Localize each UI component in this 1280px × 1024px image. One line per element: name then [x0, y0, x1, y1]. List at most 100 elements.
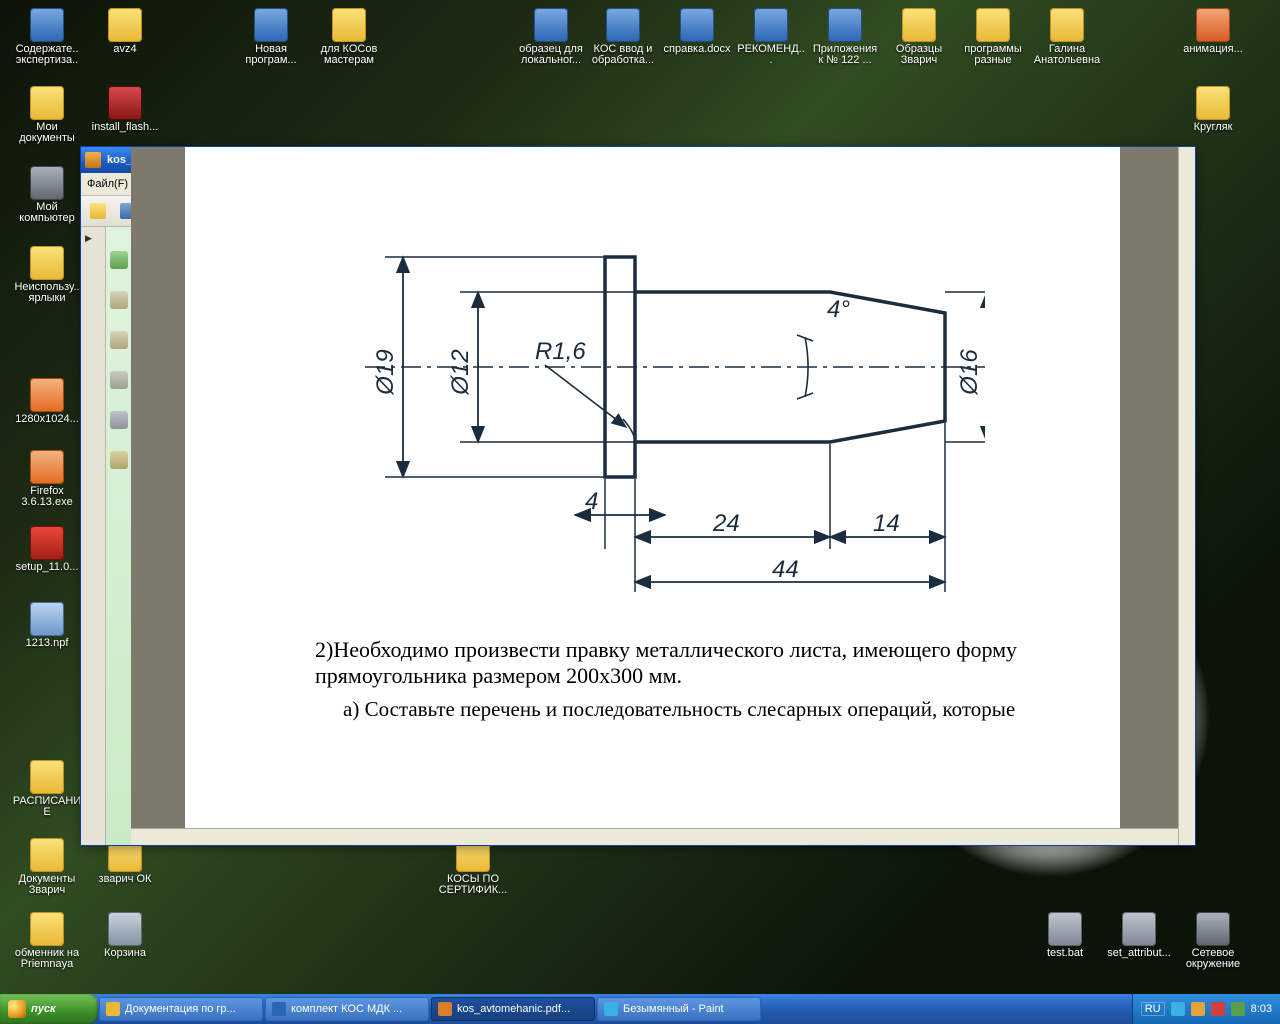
language-indicator[interactable]: RU	[1141, 1002, 1165, 1016]
desktop-icon-bin[interactable]: Корзина	[90, 912, 160, 959]
desktop-icon-npf[interactable]: 1213.npf	[12, 602, 82, 649]
task-label: Документация по гр...	[125, 1003, 236, 1015]
desktop-icon-doczvar[interactable]: Документы Зварич	[12, 838, 82, 896]
dim-w4: 4	[585, 488, 598, 515]
icon-label: Новая програм...	[236, 44, 306, 66]
tray-icon[interactable]	[1231, 1002, 1245, 1016]
desktop-icon-flashinst[interactable]: install_flash...	[90, 86, 160, 133]
start-button[interactable]: пуск	[0, 994, 98, 1024]
folder-icon	[1050, 8, 1084, 42]
word-icon	[30, 8, 64, 42]
desktop-icon-word1[interactable]: Содержате.. экспертиза..	[12, 8, 82, 66]
desktop-icon-word-prilozh[interactable]: Приложения к № 122 ...	[810, 8, 880, 66]
desktop-icon-mycomp[interactable]: Мой компьютер	[12, 166, 82, 224]
icon-label: Неиспользу.. ярлыки	[12, 282, 82, 304]
folder-icon	[30, 86, 64, 120]
folder-icon	[30, 760, 64, 794]
clock[interactable]: 8:03	[1251, 1003, 1272, 1015]
icon-label: КОСЫ ПО СЕРТИФИК...	[438, 874, 508, 896]
word-icon	[254, 8, 288, 42]
icon-label: Мои документы	[12, 122, 82, 144]
tray-kaspersky-icon[interactable]	[1211, 1002, 1225, 1016]
taskbar-task3[interactable]: kos_avtomehanic.pdf...	[431, 997, 595, 1021]
kav-icon	[30, 526, 64, 560]
tray-icon[interactable]	[1171, 1002, 1185, 1016]
desktop-icon-ppt-anim[interactable]: анимация...	[1178, 8, 1248, 55]
icon-label: set_attribut...	[1104, 948, 1174, 959]
bin-icon	[108, 912, 142, 946]
system-tray[interactable]: RU 8:03	[1132, 994, 1280, 1024]
desktop-icon-testbat[interactable]: test.bat	[1030, 912, 1100, 959]
icon-label: Приложения к № 122 ...	[810, 44, 880, 66]
gear-icon	[1122, 912, 1156, 946]
start-orb-icon	[8, 1000, 26, 1018]
taskbar: пуск Документация по гр... комплект КОС М…	[0, 994, 1280, 1024]
doc-line-1: 2)Необходимо произвести правку металличе…	[315, 637, 1165, 663]
desktop-icon-folder-galina[interactable]: Галина Анатольевна	[1032, 8, 1102, 66]
desktop-icon-word-kos-vvod[interactable]: КОС ввод и обработка...	[588, 8, 658, 66]
icon-label: Сетевое окружение	[1178, 948, 1248, 970]
desktop-icon-folder-prog[interactable]: программы разные	[958, 8, 1028, 66]
desktop-icon-obmen[interactable]: обменник на Priemnaya	[12, 912, 82, 970]
icon-label: справка.docx	[662, 44, 732, 55]
taskbar-task1[interactable]: Документация по гр...	[99, 997, 263, 1021]
ff-icon	[30, 378, 64, 412]
folder-icon	[976, 8, 1010, 42]
desktop-icon-ffexe[interactable]: Firefox 3.6.13.exe	[12, 450, 82, 508]
task-label: комплект КОС МДК ...	[291, 1003, 402, 1015]
folder-icon	[1196, 86, 1230, 120]
ppt-icon	[1196, 8, 1230, 42]
foxit-icon	[438, 1002, 452, 1016]
desktop-icon-kruglyak[interactable]: Кругляк	[1178, 86, 1248, 133]
desktop-icon-unused[interactable]: Неиспользу.. ярлыки	[12, 246, 82, 304]
desktop-icon-netenv[interactable]: Сетевое окружение	[1178, 912, 1248, 970]
icon-label: для КОСов мастерам	[314, 44, 384, 66]
desktop-icon-folder-avz4[interactable]: avz4	[90, 8, 160, 55]
desktop-icon-setup11[interactable]: setup_11.0...	[12, 526, 82, 573]
word-icon	[680, 8, 714, 42]
icon-label: Содержате.. экспертиза..	[12, 44, 82, 66]
word-icon	[754, 8, 788, 42]
icon-label: Мой компьютер	[12, 202, 82, 224]
desktop-icon-word-spravka[interactable]: справка.docx	[662, 8, 732, 55]
tray-icon[interactable]	[1191, 1002, 1205, 1016]
desktop-icon-setattr[interactable]: set_attribut...	[1104, 912, 1174, 959]
technical-drawing: Ø19 Ø12 Ø16 R1,6 4° 4 24 14 44	[245, 197, 985, 597]
folder-icon	[108, 8, 142, 42]
doc-line-a: а) Составьте перечень и последовательнос…	[343, 697, 1178, 722]
client-area: ▶	[81, 227, 1195, 845]
desktop-icon-res1280[interactable]: 1280x1024...	[12, 378, 82, 425]
word-icon	[534, 8, 568, 42]
icon-label: обменник на Priemnaya	[12, 948, 82, 970]
desktop-icon-mydocs[interactable]: Мои документы	[12, 86, 82, 144]
ff-icon	[30, 450, 64, 484]
folder-icon	[30, 246, 64, 280]
mon-icon	[1196, 912, 1230, 946]
desktop-icon-word-newprog[interactable]: Новая програм...	[236, 8, 306, 66]
icon-label: Образцы Зварич	[884, 44, 954, 66]
desktop-icon-rasp[interactable]: РАСПИСАНИЕ	[12, 760, 82, 818]
folder-icon	[332, 8, 366, 42]
gear-icon	[1048, 912, 1082, 946]
dim-w24: 24	[712, 510, 740, 537]
desktop-icon-folder-kosov[interactable]: для КОСов мастерам	[314, 8, 384, 66]
icon-label: 1213.npf	[12, 638, 82, 649]
taskbar-task4[interactable]: Безымянный - Paint	[597, 997, 761, 1021]
dim-d16: Ø16	[956, 349, 983, 396]
dim-angle: 4°	[827, 296, 850, 323]
word-icon	[272, 1002, 286, 1016]
dim-r16: R1,6	[535, 338, 586, 365]
desktop-icon-folder-obrazcy[interactable]: Образцы Зварич	[884, 8, 954, 66]
taskbar-task2[interactable]: комплект КОС МДК ...	[265, 997, 429, 1021]
dim-w44: 44	[772, 556, 799, 583]
desktop-icon-kosy[interactable]: КОСЫ ПО СЕРТИФИК...	[438, 838, 508, 896]
desktop-icon-word-obrazec[interactable]: образец для локальног...	[516, 8, 586, 66]
mon-icon	[30, 166, 64, 200]
task-label: Безымянный - Paint	[623, 1003, 724, 1015]
document-viewport[interactable]: Ø19 Ø12 Ø16 R1,6 4° 4 24 14 44	[131, 147, 1178, 828]
start-label: пуск	[31, 1003, 56, 1015]
vertical-scrollbar[interactable]	[1178, 147, 1195, 845]
pdf-page: Ø19 Ø12 Ø16 R1,6 4° 4 24 14 44	[185, 147, 1120, 828]
desktop-icon-word-rekomend[interactable]: РЕКОМЕНД...	[736, 8, 806, 66]
horizontal-scrollbar[interactable]	[131, 828, 1178, 845]
